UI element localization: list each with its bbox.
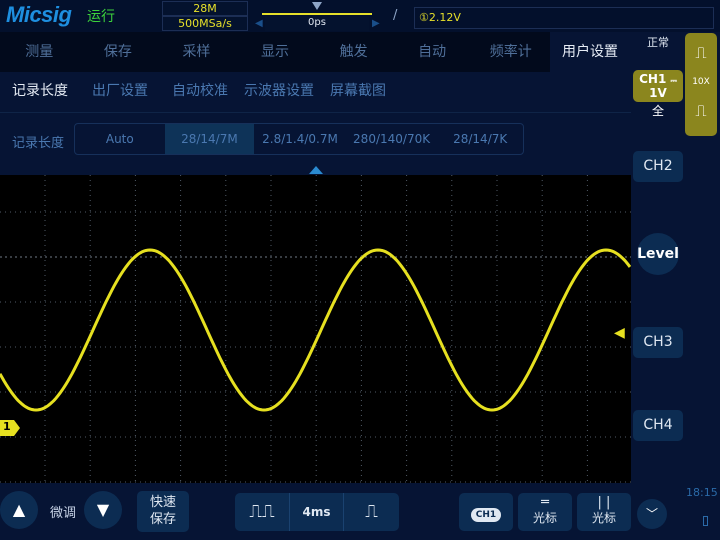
submenu-screenshot[interactable]: 屏幕截图: [330, 80, 386, 100]
fine-up-button[interactable]: ▲: [0, 491, 38, 529]
expand-button[interactable]: ﹀: [637, 499, 667, 529]
ch1-badge: CH1: [470, 508, 502, 522]
ch2-button[interactable]: CH2: [633, 151, 683, 182]
pulse-icon: ⎍: [695, 101, 707, 120]
chevron-left-icon[interactable]: ◀: [255, 18, 263, 29]
battery-icon: [703, 516, 708, 526]
ch1-cursor-source-button[interactable]: CH1: [459, 493, 513, 531]
quick-save-label: 快速: [149, 495, 176, 510]
quick-save-button[interactable]: 快速 保存: [137, 491, 189, 532]
sample-rate: 500MSa/s: [162, 16, 248, 31]
trigger-level-arrow-icon[interactable]: ◀: [614, 325, 625, 341]
timebase-control: ⎍⎍ 4ms ⎍: [235, 493, 399, 531]
trigger-level[interactable]: ①2.12V: [414, 7, 714, 29]
horizontal-cursor-button[interactable]: ═ 光标: [518, 493, 572, 531]
pulse-icon: ⎍: [695, 43, 707, 62]
ch3-button[interactable]: CH3: [633, 327, 683, 358]
ch1-scale: 1V: [649, 86, 667, 100]
menu-display[interactable]: 显示: [236, 32, 315, 72]
waveform-display[interactable]: [0, 175, 632, 483]
menu-save[interactable]: 保存: [79, 32, 158, 72]
submenu-auto-calibrate[interactable]: 自动校准: [172, 80, 228, 100]
fine-adjust-label: 微调: [50, 506, 77, 521]
ch1-probe-panel[interactable]: ⎍ 10X ⎍: [685, 33, 717, 136]
acquisition-mode[interactable]: 正常: [633, 34, 683, 50]
triangle-up-icon: ▲: [12, 500, 26, 519]
trigger-position-marker-icon[interactable]: [309, 166, 323, 174]
rising-edge-icon[interactable]: /: [393, 8, 397, 23]
record-length-label: 记录长度: [12, 136, 65, 151]
run-stop-status[interactable]: 运行: [87, 6, 115, 26]
quick-save-label: 保存: [149, 512, 176, 527]
ch1-waveform: [0, 248, 632, 412]
probe-ratio: 10X: [692, 77, 710, 87]
menu-counter[interactable]: 频率计: [471, 32, 550, 72]
vertical-cursor-icon: | |: [597, 495, 611, 510]
ch1-button[interactable]: CH1 ⎓ 1V: [633, 70, 683, 102]
ch4-button[interactable]: CH4: [633, 410, 683, 441]
vertical-cursor-button[interactable]: | | 光标: [577, 493, 631, 531]
menu-trigger[interactable]: 触发: [314, 32, 393, 72]
option-280k[interactable]: 280/140/70K: [346, 124, 438, 154]
option-2.8m[interactable]: 2.8/1.4/0.7M: [254, 124, 346, 154]
timebase-value[interactable]: 4ms: [290, 493, 344, 531]
fine-down-button[interactable]: ▼: [84, 491, 122, 529]
triangle-down-icon: ▼: [96, 500, 110, 519]
record-length-options: Auto 28/14/7M 2.8/1.4/0.7M 280/140/70K 2…: [74, 123, 524, 155]
option-auto[interactable]: Auto: [75, 124, 165, 154]
option-28-14-7m[interactable]: 28/14/7M: [164, 124, 255, 154]
menu-user-settings[interactable]: 用户设置: [550, 32, 630, 72]
trigger-position[interactable]: 0ps: [265, 16, 369, 31]
menu-acquire[interactable]: 采样: [157, 32, 236, 72]
ch1-label: CH1: [639, 72, 667, 86]
main-menu: 测量 保存 采样 显示 触发 自动 频率计: [0, 32, 550, 72]
bottom-toolbar: ▲ 微调 ▼ 快速保存 ⎍⎍ 4ms ⎍ CH1 ═ 光标 | | 光标 ﹀ 1…: [0, 483, 720, 540]
menu-measure[interactable]: 测量: [0, 32, 79, 72]
cursor-label: 光标: [532, 511, 557, 525]
timebase-slower-button[interactable]: ⎍: [344, 493, 399, 531]
submenu-factory-reset[interactable]: 出厂设置: [92, 80, 148, 100]
cursor-label: 光标: [591, 511, 616, 525]
memory-depth: 28M: [162, 1, 248, 16]
chevron-right-icon[interactable]: ▶: [372, 18, 380, 29]
memory-position-bar[interactable]: [262, 13, 372, 15]
level-knob[interactable]: Level: [637, 233, 679, 275]
brand-logo: Micsig: [6, 2, 72, 27]
clock: 18:15: [686, 486, 718, 499]
submenu-record-length[interactable]: 记录长度: [12, 80, 68, 100]
waveform-svg: [0, 175, 632, 483]
dc-coupling-icon: ⎓: [670, 76, 677, 85]
option-28k[interactable]: 28/14/7K: [437, 124, 523, 154]
submenu: 记录长度 出厂设置 自动校准 示波器设置 屏幕截图: [12, 80, 410, 100]
divider: [0, 112, 631, 113]
submenu-scope-settings[interactable]: 示波器设置: [244, 80, 314, 100]
top-status-bar: Micsig 运行 28M 500MSa/s ◀ 0ps ▶ / ①2.12V: [0, 0, 720, 32]
horizontal-cursor-icon: ═: [541, 495, 549, 510]
bandwidth-limit[interactable]: 全: [633, 102, 683, 119]
trigger-marker-icon: [312, 2, 322, 10]
menu-auto[interactable]: 自动: [393, 32, 472, 72]
chevron-down-icon: ﹀: [645, 507, 658, 521]
timebase-faster-button[interactable]: ⎍⎍: [235, 493, 290, 531]
